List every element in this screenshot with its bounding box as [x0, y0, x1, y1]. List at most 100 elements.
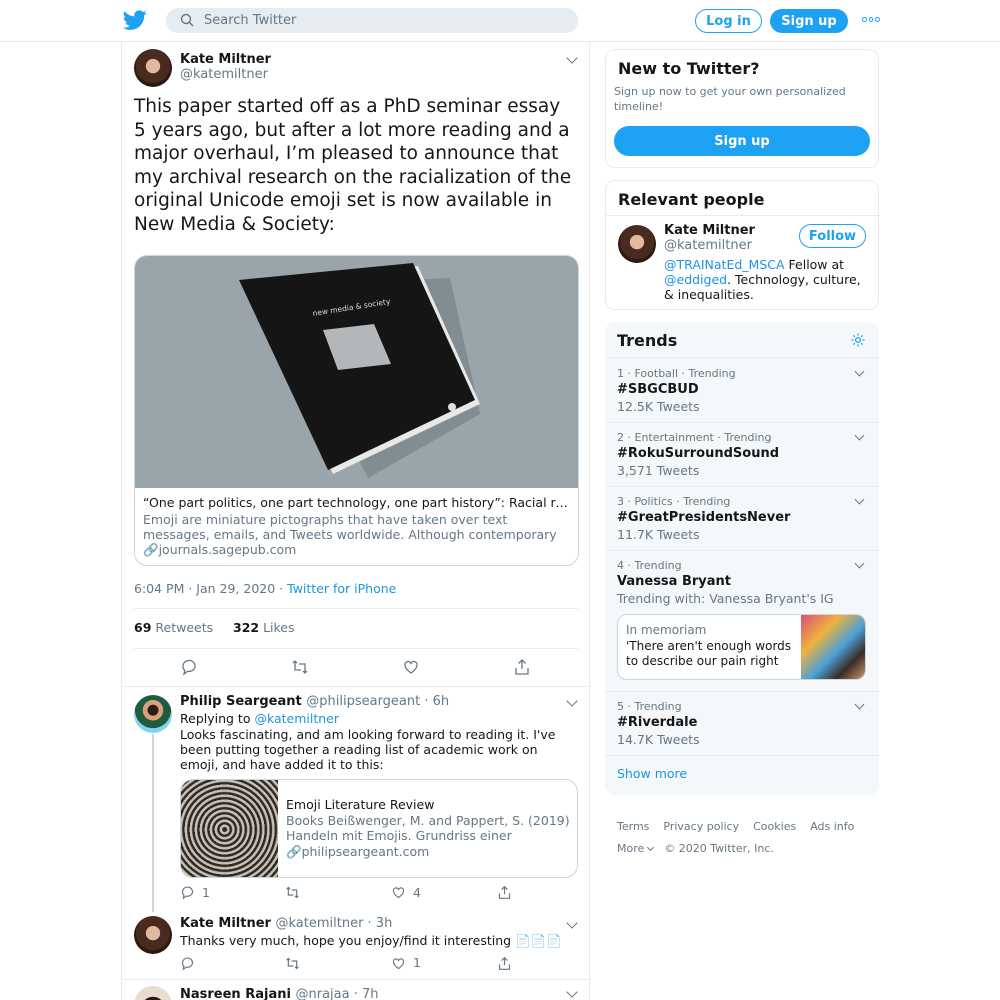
- trend-name[interactable]: #Riverdale: [617, 715, 697, 730]
- like-icon[interactable]: [391, 885, 406, 900]
- reply-icon[interactable]: [180, 956, 195, 971]
- chevron-down-icon[interactable]: [854, 366, 865, 377]
- tweet-author-name[interactable]: Kate Miltner: [180, 52, 271, 67]
- footer: Terms Privacy policy Cookies Ads info Mo…: [617, 820, 854, 855]
- chevron-down-icon[interactable]: [566, 695, 578, 707]
- card-image: [181, 780, 278, 877]
- footer-terms[interactable]: Terms: [617, 820, 649, 833]
- footer-more[interactable]: More: [617, 842, 657, 855]
- chevron-down-icon[interactable]: [854, 430, 865, 441]
- chevron-down-icon[interactable]: [566, 917, 578, 929]
- trend-count: 3,571 Tweets: [617, 463, 700, 478]
- likes-stat[interactable]: 322 Likes: [233, 620, 295, 635]
- trend-count: 12.5K Tweets: [617, 399, 700, 414]
- card-domain: journals.sagepub.com: [158, 542, 297, 557]
- divider: [605, 357, 879, 358]
- journal-cover-image: new media & society: [239, 263, 480, 478]
- link-card[interactable]: Emoji Literature Review Books Beißwenger…: [180, 779, 578, 878]
- trend-meta: 4 · Trending: [617, 559, 682, 572]
- panel-title: New to Twitter?: [618, 59, 760, 78]
- trend-name[interactable]: #SBGCBUD: [617, 382, 699, 397]
- login-button[interactable]: Log in: [695, 9, 762, 33]
- bio-link[interactable]: @TRAINatEd_MSCA: [664, 257, 785, 272]
- divider: [605, 422, 879, 423]
- person-name[interactable]: Kate Miltner: [664, 223, 755, 238]
- like-count: 1: [413, 955, 421, 970]
- thread-line: [152, 734, 154, 912]
- reply-icon[interactable]: [180, 885, 195, 900]
- tweet-time[interactable]: 6:04 PM · Jan 29, 2020 ·: [134, 581, 287, 596]
- divider: [134, 648, 578, 649]
- chevron-down-icon[interactable]: [854, 494, 865, 505]
- like-icon[interactable]: [391, 956, 406, 971]
- like-icon[interactable]: [402, 658, 420, 676]
- reply-count: 1: [202, 885, 210, 900]
- trend-count: 14.7K Tweets: [617, 732, 700, 747]
- retweet-icon[interactable]: [285, 885, 300, 900]
- tweet-source[interactable]: Twitter for iPhone: [287, 581, 396, 596]
- tweet-timestamp: 6:04 PM · Jan 29, 2020 · Twitter for iPh…: [134, 581, 396, 596]
- avatar[interactable]: [134, 986, 172, 1000]
- trend-name[interactable]: #GreatPresidentsNever: [617, 510, 790, 525]
- divider: [605, 691, 879, 692]
- search-input[interactable]: [204, 11, 564, 30]
- signup-button[interactable]: Sign up: [770, 9, 848, 33]
- share-icon[interactable]: [497, 956, 512, 971]
- chevron-down-icon[interactable]: [854, 558, 865, 569]
- chevron-down-icon[interactable]: [566, 986, 578, 998]
- person-bio: @TRAINatEd_MSCA Fellow at @eddiged. Tech…: [664, 257, 861, 302]
- memoriam-card[interactable]: In memoriam 'There aren't enough words t…: [617, 614, 866, 680]
- reply-text: Thanks very much, hope you enjoy/find it…: [180, 933, 562, 948]
- card-title: Emoji Literature Review: [286, 797, 435, 812]
- gear-icon[interactable]: [850, 332, 866, 348]
- chevron-down-icon[interactable]: [854, 699, 865, 710]
- memoriam-label: In memoriam: [626, 623, 707, 637]
- tweet-stats: 69 Retweets 322 Likes: [134, 620, 295, 635]
- tweet-text: This paper started off as a PhD seminar …: [134, 96, 572, 235]
- panel-title: Trends: [617, 331, 678, 350]
- reply-author[interactable]: Philip Seargeant @philipseargeant · 6h: [180, 694, 449, 709]
- reply-author[interactable]: Kate Miltner @katemiltner · 3h: [180, 916, 392, 931]
- reply-icon[interactable]: [180, 658, 198, 676]
- relevant-people-panel: Relevant people Kate Miltner @katemiltne…: [605, 180, 880, 310]
- retweet-icon[interactable]: [291, 658, 309, 676]
- footer-privacy[interactable]: Privacy policy: [663, 820, 739, 833]
- retweets-stat[interactable]: 69 Retweets: [134, 620, 213, 635]
- trend-meta: 3 · Politics · Trending: [617, 495, 731, 508]
- follow-button[interactable]: Follow: [799, 224, 866, 248]
- card-description: Books Beißwenger, M. and Pappert, S. (20…: [286, 813, 570, 843]
- trends-panel: Trends 1 · Football · Trending #SBGCBUD …: [605, 322, 879, 795]
- avatar[interactable]: [618, 225, 656, 263]
- search-icon: [180, 13, 194, 27]
- divider: [606, 215, 880, 216]
- person-handle[interactable]: @katemiltner: [664, 238, 752, 253]
- card-description: Emoji are miniature pictographs that hav…: [143, 512, 557, 542]
- retweet-icon[interactable]: [285, 956, 300, 971]
- avatar[interactable]: [134, 916, 172, 954]
- link-card[interactable]: new media & society “One part politics, …: [134, 255, 579, 566]
- twitter-bird-icon[interactable]: [123, 8, 147, 32]
- tweet-author-handle[interactable]: @katemiltner: [180, 67, 268, 82]
- trend-name[interactable]: Vanessa Bryant: [617, 574, 731, 589]
- bio-link[interactable]: @eddiged: [664, 272, 727, 287]
- reply-text: Looks fascinating, and am looking forwar…: [180, 727, 556, 772]
- search-box[interactable]: [166, 8, 578, 33]
- footer-ads[interactable]: Ads info: [810, 820, 854, 833]
- main-column: Kate Miltner @katemiltner This paper sta…: [121, 42, 590, 1000]
- memoriam-image: [801, 615, 865, 679]
- avatar[interactable]: [134, 695, 172, 733]
- more-dots-icon[interactable]: [862, 17, 881, 25]
- footer-cookies[interactable]: Cookies: [753, 820, 796, 833]
- replying-to-link[interactable]: @katemiltner: [254, 711, 339, 726]
- reply-author[interactable]: Nasreen Rajani @nrajaa · 7h: [180, 987, 379, 1000]
- share-icon[interactable]: [513, 658, 531, 676]
- trend-name[interactable]: #RokuSurroundSound: [617, 446, 779, 461]
- sidebar-signup-button[interactable]: Sign up: [614, 126, 870, 156]
- divider: [605, 550, 879, 551]
- avatar[interactable]: [134, 49, 172, 87]
- replying-to: Replying to @katemiltner: [180, 711, 339, 726]
- share-icon[interactable]: [497, 885, 512, 900]
- show-more-link[interactable]: Show more: [617, 766, 687, 781]
- chevron-down-icon: [647, 843, 655, 852]
- chevron-down-icon[interactable]: [566, 52, 578, 64]
